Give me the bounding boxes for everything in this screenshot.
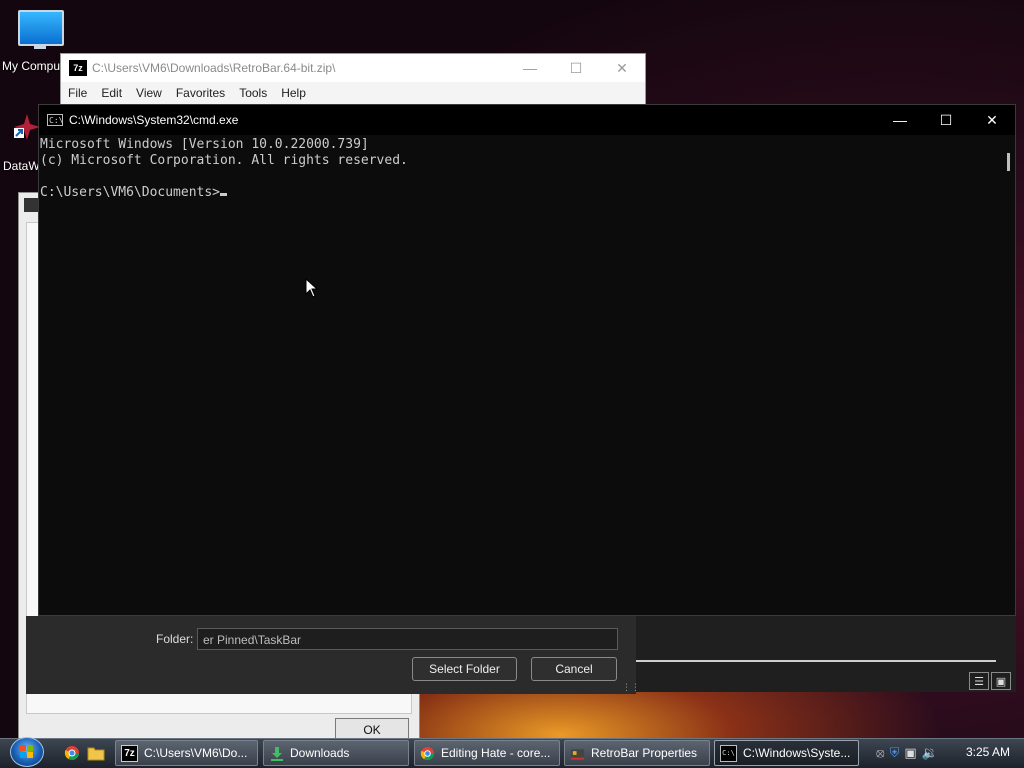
preview-view-icon[interactable]: ▣ xyxy=(991,672,1011,690)
start-button[interactable] xyxy=(8,737,46,767)
taskbar-item-chrome[interactable]: Editing Hate - core... xyxy=(414,740,560,766)
taskbar-item-label: Downloads xyxy=(290,746,350,760)
console-prompt-line: C:\Users\VM6\Documents> xyxy=(40,185,1001,201)
menu-help[interactable]: Help xyxy=(274,86,313,100)
folder-label: Folder: xyxy=(156,632,194,646)
window-title: C:\Users\VM6\Downloads\RetroBar.64-bit.z… xyxy=(92,61,336,75)
cmd-icon: C:\ xyxy=(47,114,64,126)
menu-view[interactable]: View xyxy=(129,86,169,100)
computer-icon-stand xyxy=(34,45,46,49)
menu-file[interactable]: File xyxy=(61,86,94,100)
taskbar-item-label: C:\Windows\Syste... xyxy=(743,746,851,760)
security-shield-icon[interactable]: ⛨ xyxy=(890,745,900,761)
clock[interactable]: 3:25 AM xyxy=(966,745,1010,759)
minimize-button[interactable]: — xyxy=(877,105,923,135)
taskbar-item-downloads[interactable]: Downloads xyxy=(263,740,409,766)
console-line: (c) Microsoft Corporation. All rights re… xyxy=(40,153,408,168)
chrome-quicklaunch-icon[interactable] xyxy=(63,744,81,762)
7zip-window: 7z C:\Users\VM6\Downloads\RetroBar.64-bi… xyxy=(60,53,646,105)
dialog-icon xyxy=(24,198,38,212)
desktop-icon-label: My Compu xyxy=(2,59,61,73)
7zip-icon: 7z xyxy=(69,60,87,76)
window-title: C:\Windows\System32\cmd.exe xyxy=(69,113,239,127)
volume-icon[interactable]: 🔉 xyxy=(922,745,938,761)
resize-grip-icon[interactable]: ⋮⋮ xyxy=(622,682,640,692)
system-tray: ⦻ ⛨ ▣ 🔉 xyxy=(876,740,938,766)
cmd-window: C:\ C:\Windows\System32\cmd.exe — ☐ ✕ Mi… xyxy=(38,104,1016,616)
network-icon[interactable]: ▣ xyxy=(904,745,916,761)
computer-icon xyxy=(18,10,64,46)
mouse-pointer-icon xyxy=(305,278,319,298)
retrobar-icon xyxy=(570,746,585,761)
menu-bar: File Edit View Favorites Tools Help xyxy=(61,82,645,104)
text-cursor xyxy=(220,193,228,196)
close-button[interactable]: ✕ xyxy=(969,105,1015,135)
download-icon xyxy=(269,746,284,761)
cmd-icon: C:\ xyxy=(720,744,737,762)
console-prompt: C:\Users\VM6\Documents> xyxy=(40,185,221,200)
menu-favorites[interactable]: Favorites xyxy=(169,86,232,100)
details-view-icon[interactable]: ☰ xyxy=(969,672,989,690)
muted-icon[interactable]: ⦻ xyxy=(876,745,885,761)
cmd-titlebar[interactable]: C:\ C:\Windows\System32\cmd.exe — ☐ ✕ xyxy=(39,105,1015,135)
console-output[interactable]: Microsoft Windows [Version 10.0.22000.73… xyxy=(39,135,1001,615)
maximize-button[interactable]: ☐ xyxy=(923,105,969,135)
explorer-panel xyxy=(636,616,1016,692)
chrome-icon xyxy=(420,746,435,761)
taskbar-item-label: Editing Hate - core... xyxy=(441,746,551,760)
menu-tools[interactable]: Tools xyxy=(232,86,274,100)
scrollbar-thumb[interactable] xyxy=(1007,153,1010,171)
select-folder-button[interactable]: Select Folder xyxy=(412,657,517,681)
maximize-button[interactable]: ☐ xyxy=(553,54,599,82)
menu-edit[interactable]: Edit xyxy=(94,86,129,100)
taskbar-item-label: C:\Users\VM6\Do... xyxy=(144,746,248,760)
taskbar-item-7zip[interactable]: 7z C:\Users\VM6\Do... xyxy=(115,740,258,766)
close-button[interactable]: ✕ xyxy=(599,54,645,82)
vertical-scrollbar[interactable] xyxy=(1001,135,1015,615)
horizontal-scrollbar[interactable] xyxy=(636,660,996,662)
minimize-button[interactable]: — xyxy=(507,54,553,82)
desktop-icon-label: DataW xyxy=(3,159,40,173)
taskbar-item-cmd[interactable]: C:\ C:\Windows\Syste... xyxy=(714,740,859,766)
folder-quicklaunch-icon[interactable] xyxy=(87,744,105,762)
folder-path-input[interactable]: er Pinned\TaskBar xyxy=(197,628,618,650)
window-controls: — ☐ ✕ xyxy=(507,54,645,82)
taskbar-item-retrobar[interactable]: RetroBar Properties xyxy=(564,740,710,766)
console-line: Microsoft Windows [Version 10.0.22000.73… xyxy=(40,137,369,152)
cancel-button[interactable]: Cancel xyxy=(531,657,617,681)
window-controls: — ☐ ✕ xyxy=(877,105,1015,135)
7zip-icon: 7z xyxy=(121,744,138,762)
taskbar-item-label: RetroBar Properties xyxy=(591,746,698,760)
windows-logo-icon xyxy=(10,737,44,767)
